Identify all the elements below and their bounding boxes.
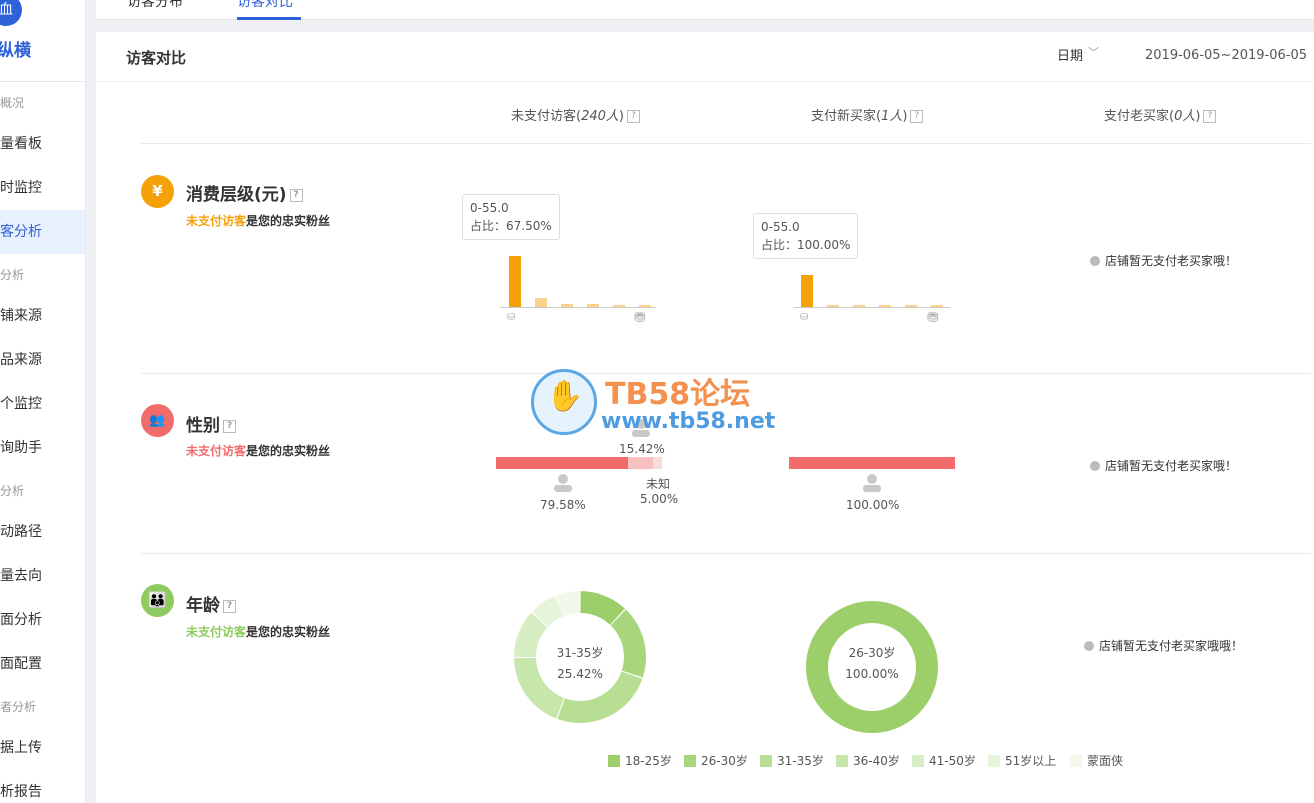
coin-high-icon: ⛃	[634, 310, 646, 326]
hand-icon: ✋	[546, 379, 584, 414]
column-header-unpaid: 未支付访客(240人)?	[511, 105, 640, 124]
watermark-url: www.tb58.net	[601, 409, 776, 434]
panel-divider	[96, 81, 1314, 82]
sidebar-group-behavior: 分析	[0, 484, 25, 498]
male-percent-unpaid: 15.42%	[619, 442, 665, 456]
column-header-old-buyer: 支付老买家(0人)?	[1104, 105, 1217, 124]
spend-bar[interactable]	[535, 297, 547, 307]
section-subtitle-gender: 未支付访客是您的忠实粉丝	[186, 444, 331, 458]
sidebar-item-report[interactable]: 析报告	[0, 770, 85, 803]
donut-center-label-new-buyer: 26-30岁 100.00%	[845, 646, 899, 681]
female-percent-unpaid: 79.58%	[540, 498, 586, 512]
section-subtitle-spend: 未支付访客是您的忠实粉丝	[186, 214, 331, 228]
sidebar-item-page-analysis[interactable]: 面分析	[0, 598, 85, 642]
spend-bar[interactable]	[639, 305, 651, 307]
coin-high-icon: ⛃	[927, 310, 939, 326]
spend-bar[interactable]	[905, 305, 917, 307]
female-percent-new-buyer: 100.00%	[846, 498, 900, 512]
chart-axis	[794, 307, 950, 308]
top-tab-bar: 访客分布 访客对比	[96, 0, 1314, 20]
donut-center-label-unpaid: 31-35岁 25.42%	[556, 646, 604, 681]
spend-bar[interactable]	[587, 304, 599, 307]
sidebar: 血 量纵横 概况 量看板 时监控 客分析 分析 铺来源 品来源 个监控 询助手 …	[0, 0, 86, 803]
watermark-title: TB58论坛	[605, 377, 751, 412]
no-data-message-spend: 店铺暂无支付老买家哦！	[1090, 252, 1237, 269]
female-bar-new-buyer	[789, 457, 955, 469]
help-icon[interactable]: ?	[223, 419, 236, 433]
sidebar-item-shop-source[interactable]: 铺来源	[0, 294, 85, 338]
spend-bar[interactable]	[561, 303, 573, 307]
spend-bar[interactable]	[879, 305, 891, 307]
spend-bar[interactable]	[853, 305, 865, 307]
minus-circle-icon	[1084, 640, 1094, 651]
yen-icon: ¥	[141, 175, 174, 208]
spend-tooltip-new-buyer: 0-55.0 占比：100.00%	[753, 213, 859, 259]
panel-title: 访客对比	[126, 49, 187, 67]
sidebar-item-realtime[interactable]: 时监控	[0, 166, 85, 210]
sidebar-item-page-config[interactable]: 面配置	[0, 642, 85, 686]
female-user-icon	[552, 473, 574, 493]
legend-item-31-35[interactable]: 31-35岁	[760, 752, 824, 769]
legend-item-26-30[interactable]: 26-30岁	[684, 752, 748, 769]
sidebar-item-monitor[interactable]: 个监控	[0, 382, 85, 426]
help-icon[interactable]: ?	[289, 188, 303, 202]
row-divider	[141, 143, 1311, 144]
no-data-message-age: 店铺暂无支付老买家哦哦！	[1084, 637, 1243, 654]
unknown-bar-unpaid	[653, 457, 662, 469]
tab-visitor-compare[interactable]: 访客对比	[237, 0, 293, 11]
date-dropdown[interactable]: 日期	[1057, 45, 1083, 64]
spend-bar[interactable]	[931, 305, 943, 307]
coin-low-icon: ⛁	[507, 312, 516, 323]
spend-bar[interactable]	[613, 305, 625, 307]
legend-item-masked[interactable]: 蒙面侠	[1070, 752, 1123, 769]
help-icon[interactable]: ?	[910, 110, 924, 123]
sidebar-divider	[0, 81, 85, 82]
female-bar-unpaid	[496, 457, 628, 469]
logo-icon: 血	[0, 0, 22, 26]
spend-bar[interactable]	[801, 275, 813, 307]
sidebar-group-source: 分析	[0, 268, 25, 282]
sidebar-item-upload[interactable]: 据上传	[0, 726, 85, 770]
legend-item-36-40[interactable]: 36-40岁	[836, 752, 900, 769]
row-divider	[141, 553, 1311, 554]
minus-circle-icon	[1090, 460, 1100, 471]
sidebar-item-path[interactable]: 动路径	[0, 510, 85, 554]
family-icon: 👪	[141, 584, 174, 617]
date-range: 2019-06-05~2019-06-05	[1145, 48, 1307, 63]
help-icon[interactable]: ?	[1203, 110, 1217, 123]
sidebar-group-consumer: 者分析	[0, 700, 37, 714]
sidebar-item-product-source[interactable]: 品来源	[0, 338, 85, 382]
column-header-new-buyer: 支付新买家(1人)?	[811, 105, 924, 124]
sidebar-item-dashboard[interactable]: 量看板	[0, 122, 85, 166]
unknown-percent-unpaid: 5.00%	[640, 492, 679, 506]
sidebar-item-flow[interactable]: 量去向	[0, 554, 85, 598]
chart-axis	[500, 307, 656, 308]
section-title-spend: 消费层级(元)?	[186, 180, 303, 205]
spend-bar[interactable]	[827, 305, 839, 307]
legend-item-18-25[interactable]: 18-25岁	[608, 752, 672, 769]
sidebar-group-overview: 概况	[0, 96, 25, 110]
sidebar-item-visitor-analysis[interactable]: 客分析	[0, 210, 85, 254]
app-logo-text: 量纵横	[0, 41, 31, 61]
no-data-message-gender: 店铺暂无支付老买家哦！	[1090, 457, 1237, 474]
unknown-label-unpaid: 未知	[646, 477, 671, 491]
section-title-age: 年龄?	[186, 591, 236, 616]
active-tab-indicator	[237, 17, 301, 20]
users-icon: 👥	[141, 404, 174, 437]
legend-item-51-plus[interactable]: 51岁以上	[988, 752, 1056, 769]
spend-bar[interactable]	[509, 255, 521, 307]
male-bar-unpaid	[628, 457, 653, 469]
sidebar-item-assistant[interactable]: 询助手	[0, 426, 85, 470]
help-icon[interactable]: ?	[626, 110, 640, 123]
chevron-down-icon[interactable]: ﹀	[1088, 44, 1099, 60]
legend-item-41-50[interactable]: 41-50岁	[912, 752, 976, 769]
section-subtitle-age: 未支付访客是您的忠实粉丝	[186, 625, 331, 639]
female-user-icon	[861, 473, 883, 493]
section-title-gender: 性别?	[186, 411, 236, 436]
minus-circle-icon	[1090, 255, 1100, 266]
tab-visitor-distribution[interactable]: 访客分布	[127, 0, 183, 11]
help-icon[interactable]: ?	[223, 599, 236, 613]
spend-tooltip-unpaid: 0-55.0 占比：67.50%	[462, 194, 560, 240]
coin-low-icon: ⛁	[800, 312, 809, 323]
